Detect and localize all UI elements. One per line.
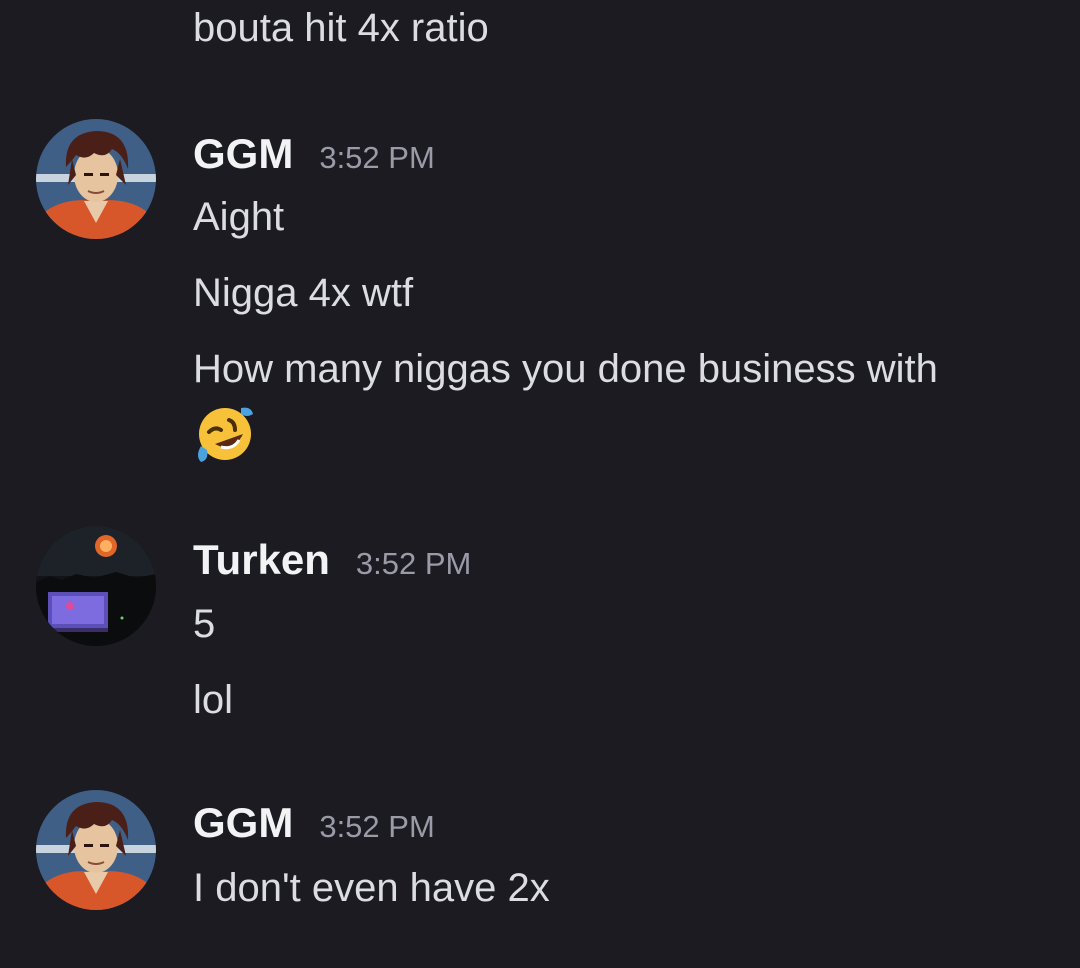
message-text: Nigga 4x wtf	[193, 271, 414, 315]
avatar-turken[interactable]	[36, 526, 156, 646]
timestamp: 3:52 PM	[319, 809, 435, 844]
avatar-ggm[interactable]	[36, 119, 156, 239]
timestamp: 3:52 PM	[319, 140, 435, 175]
message-text: How many niggas you done business with	[193, 347, 938, 391]
message-text: Aight	[193, 195, 285, 239]
rolling-on-floor-laughing-icon	[191, 402, 255, 466]
avatar-ggm-image	[36, 790, 156, 910]
message-text: lol	[193, 678, 234, 722]
avatar-turken-image	[36, 526, 156, 646]
author-name[interactable]: GGM	[193, 797, 293, 849]
timestamp: 3:52 PM	[355, 546, 472, 581]
message-header: Turken 3:52 PM	[193, 534, 471, 590]
message-text: 5	[193, 602, 216, 646]
message-text: bouta hit 4x ratio	[193, 6, 489, 50]
avatar-ggm[interactable]	[36, 790, 156, 910]
author-name[interactable]: GGM	[193, 128, 293, 180]
author-name[interactable]: Turken	[193, 534, 330, 586]
message-text: I don't even have 2x	[193, 866, 550, 910]
avatar-ggm-image	[36, 119, 156, 239]
message-header: GGM 3:52 PM	[193, 797, 435, 853]
message-header: GGM 3:52 PM	[193, 128, 435, 184]
